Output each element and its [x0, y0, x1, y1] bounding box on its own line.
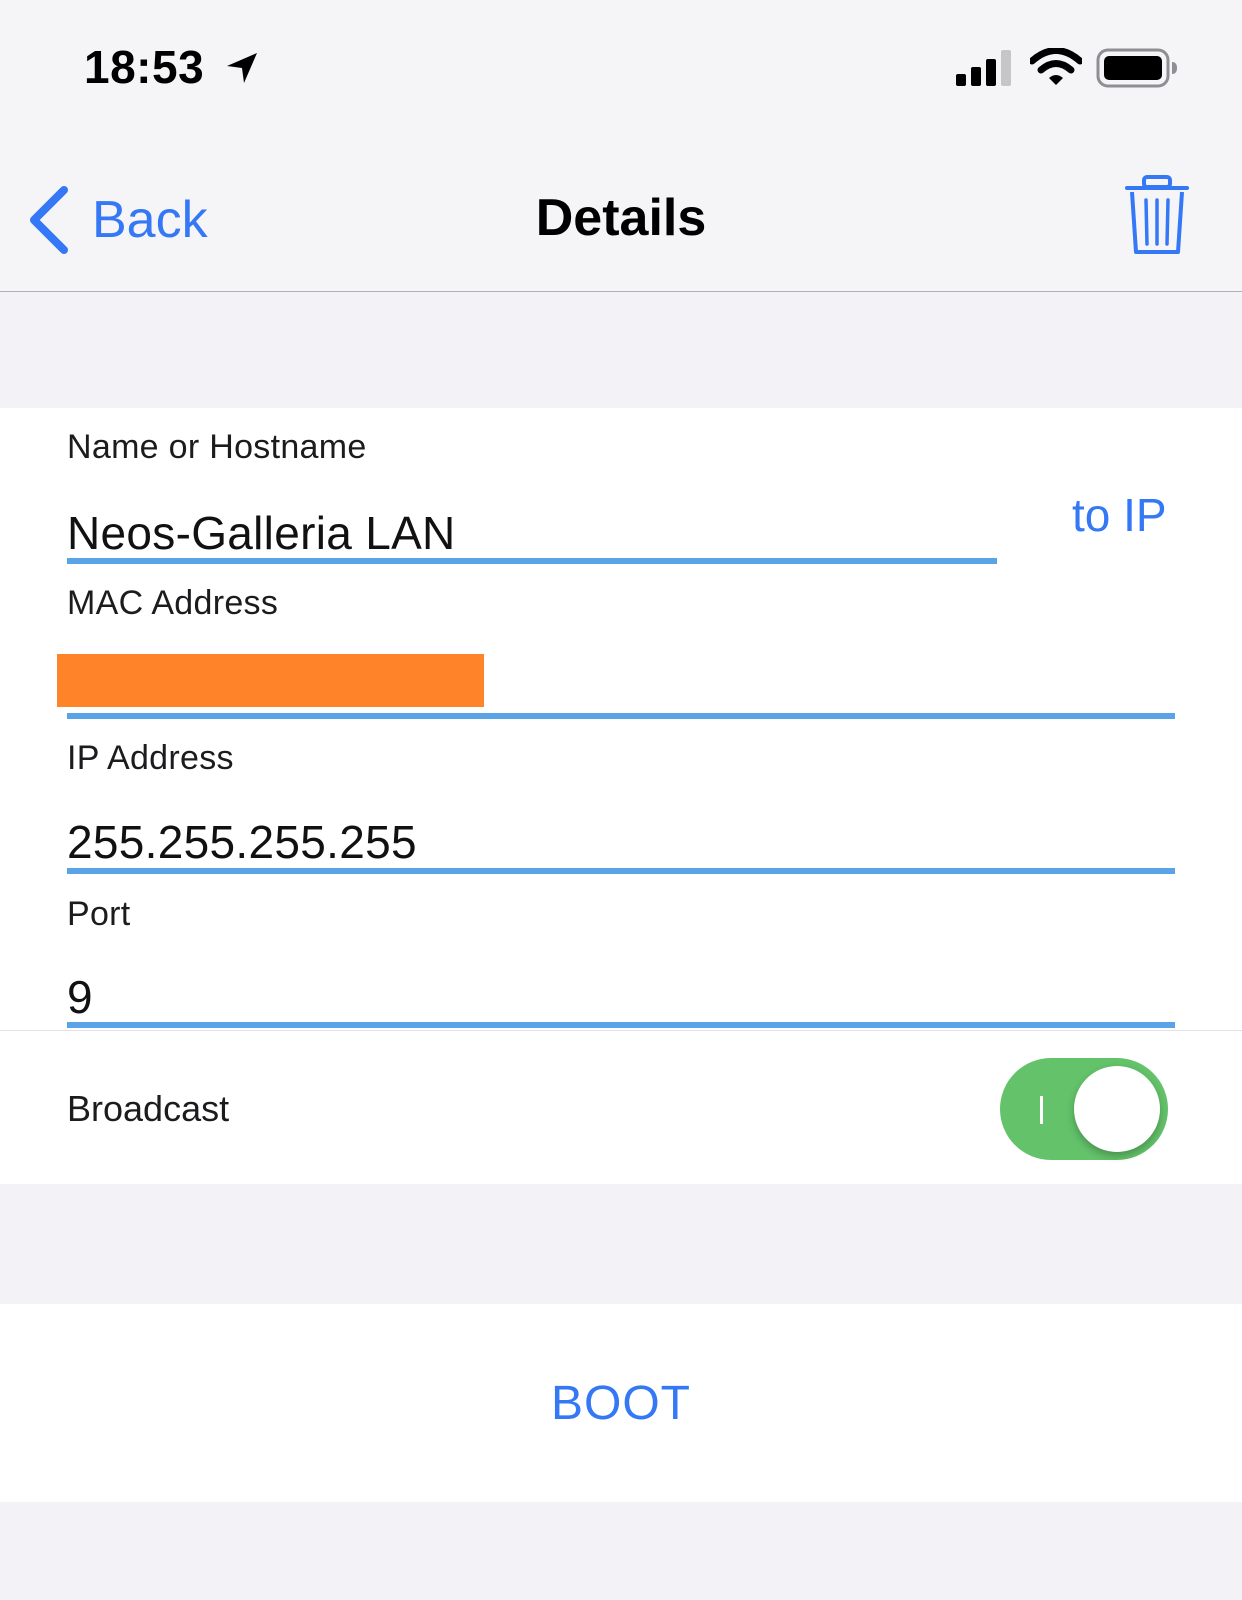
location-arrow-icon [227, 53, 257, 83]
cellular-signal-icon [956, 50, 1011, 86]
boot-label: BOOT [550, 1377, 691, 1430]
trash-icon[interactable] [1124, 174, 1190, 256]
broadcast-label: Broadcast [67, 1088, 230, 1129]
port-input-underline [67, 1022, 1175, 1028]
port-input[interactable] [67, 966, 1175, 1028]
status-time: 18:53 [84, 41, 205, 93]
page-title: Details [535, 189, 707, 247]
name-input-underline [67, 558, 997, 564]
ip-field-label: IP Address [67, 739, 234, 777]
boot-button[interactable]: BOOT [0, 1304, 1242, 1502]
broadcast-toggle[interactable] [1000, 1058, 1168, 1160]
ip-input-underline [67, 868, 1175, 874]
row-divider [0, 1030, 1242, 1031]
toggle-knob [1074, 1066, 1160, 1152]
status-bar: 18:53 [0, 0, 1242, 134]
name-input[interactable] [67, 502, 987, 564]
name-field-label: Name or Hostname [67, 428, 367, 466]
mac-redaction-block [57, 654, 484, 707]
mac-input-underline [67, 713, 1175, 719]
to-ip-button[interactable]: to IP [1072, 488, 1167, 542]
toggle-on-indicator [1040, 1096, 1043, 1124]
mac-field-label: MAC Address [67, 584, 279, 622]
wifi-icon [1030, 48, 1082, 85]
host-details-form: Name or Hostname to IP MAC Address IP Ad… [0, 408, 1242, 1184]
battery-icon [1096, 48, 1177, 88]
navigation-bar: Back Details [0, 134, 1242, 292]
port-field-label: Port [67, 895, 131, 933]
ip-address-input[interactable] [67, 811, 1175, 873]
